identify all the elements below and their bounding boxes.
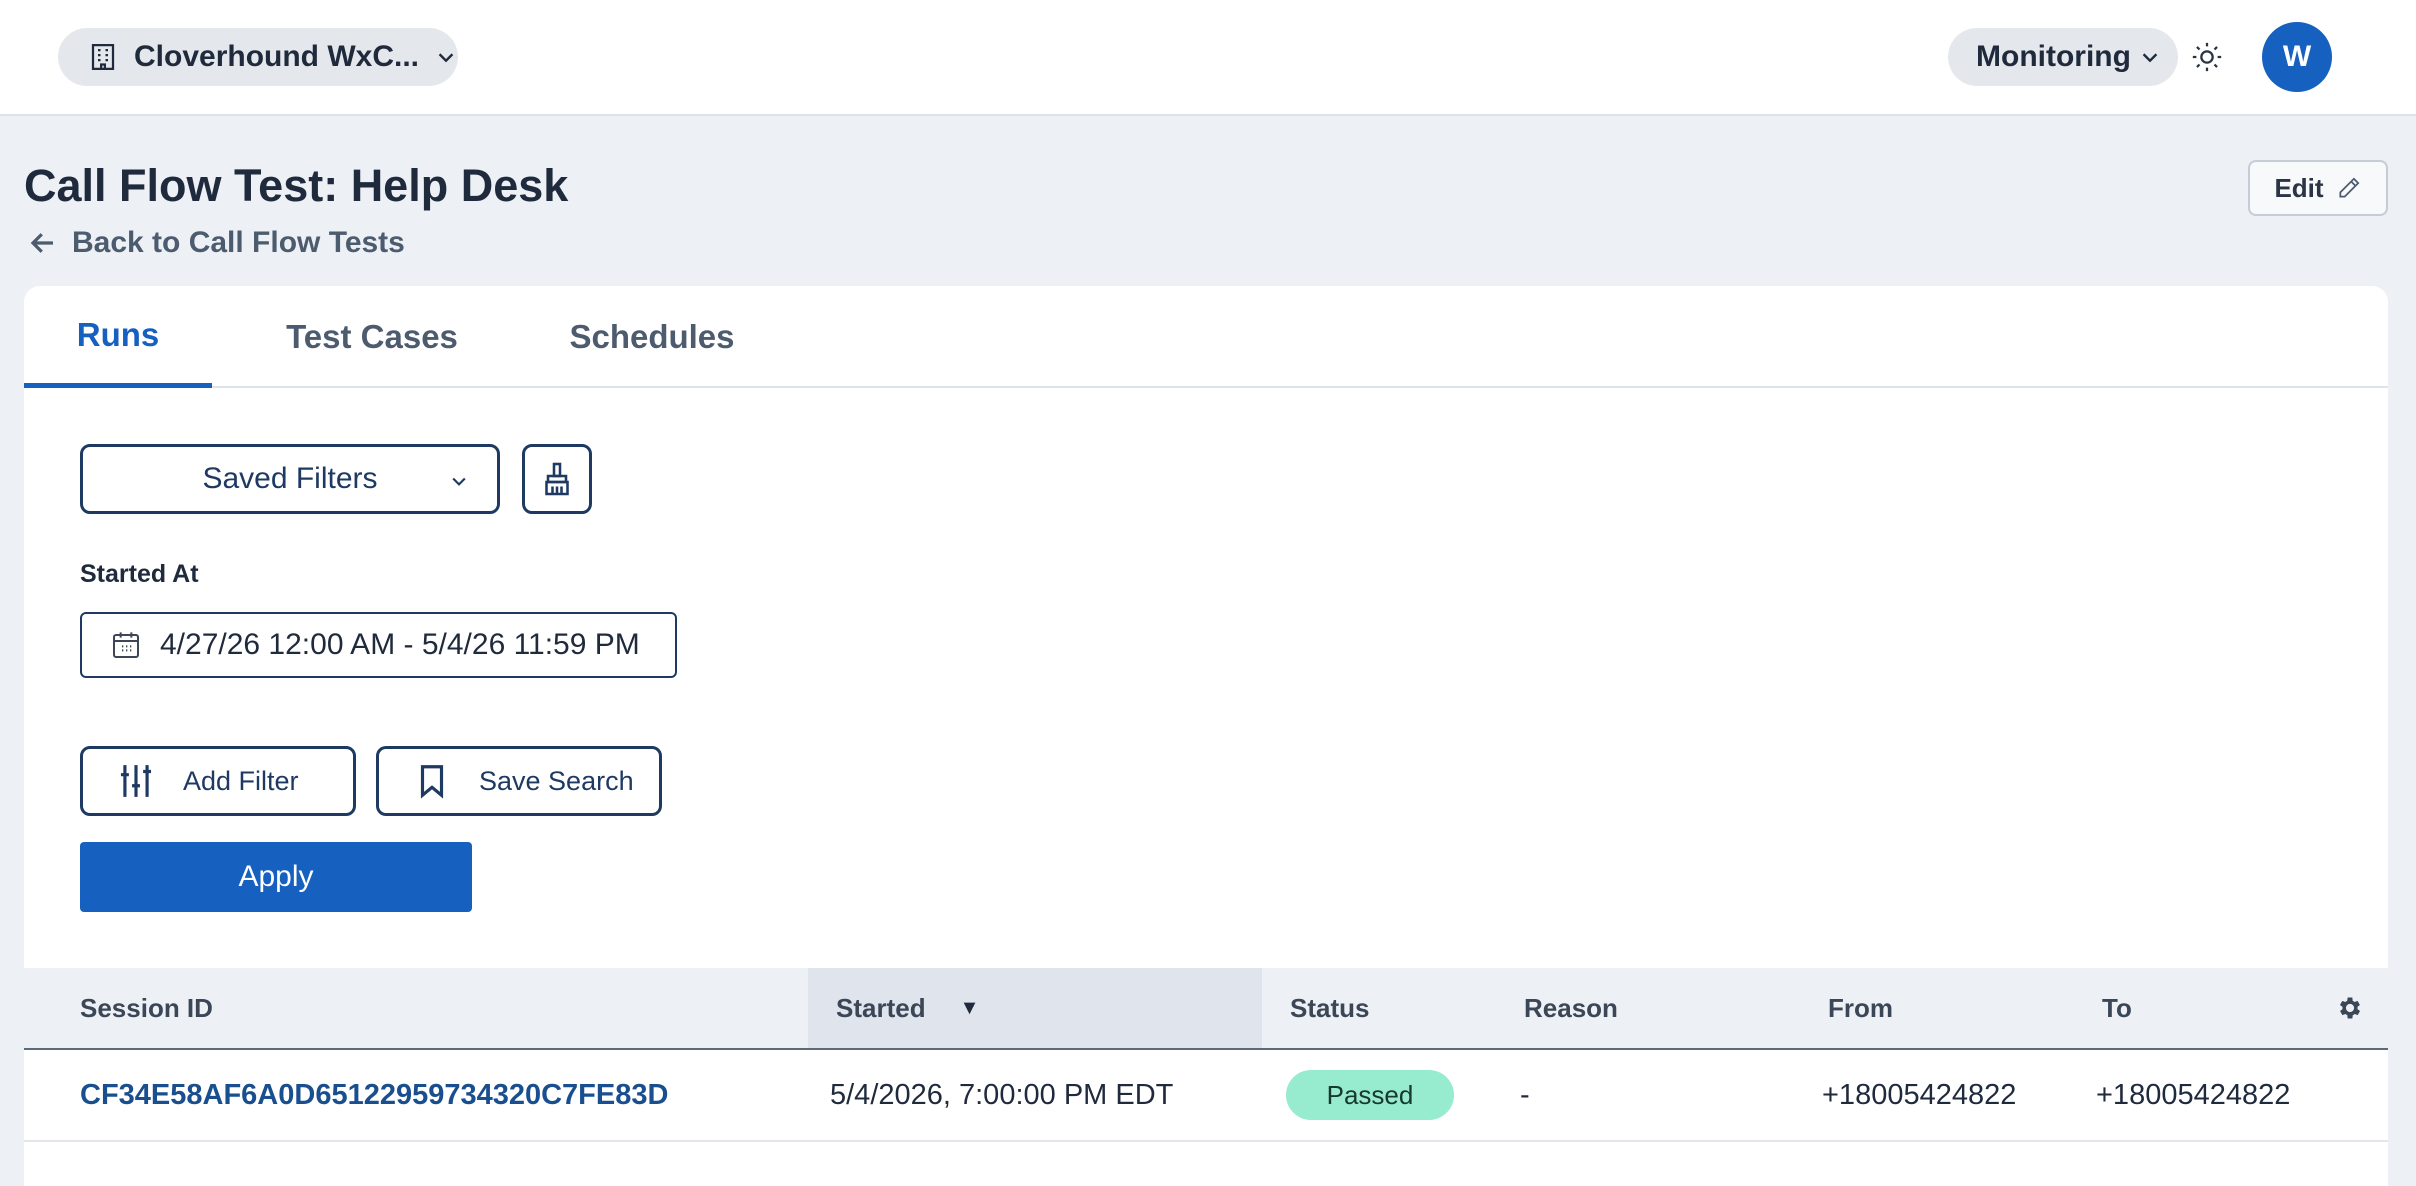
add-filter-label: Add Filter bbox=[183, 765, 299, 796]
org-name: Cloverhound WxC... bbox=[134, 40, 419, 73]
avatar[interactable]: W bbox=[2262, 22, 2332, 92]
tab-bar: Runs Test Cases Schedules bbox=[24, 286, 2388, 388]
column-started[interactable]: Started ▼ bbox=[808, 968, 1262, 1048]
broom-icon bbox=[545, 462, 569, 496]
session-id-link[interactable]: CF34E58AF6A0D65122959734320C7FE83D bbox=[80, 1050, 668, 1140]
arrow-left-icon bbox=[30, 233, 53, 253]
section-menu[interactable]: Monitoring bbox=[1948, 28, 2178, 86]
apply-button[interactable]: Apply bbox=[80, 842, 472, 912]
chevron-down-icon bbox=[2142, 53, 2158, 63]
sun-icon[interactable] bbox=[2190, 40, 2224, 74]
runs-card: Runs Test Cases Schedules Saved Filters … bbox=[24, 286, 2388, 1186]
sort-desc-icon: ▼ bbox=[959, 996, 980, 1019]
edit-button[interactable]: Edit bbox=[2248, 160, 2388, 216]
column-reason[interactable]: Reason bbox=[1524, 968, 1618, 1048]
clear-filters-button[interactable] bbox=[522, 444, 592, 514]
back-link-label: Back to Call Flow Tests bbox=[72, 226, 405, 259]
sliders-icon bbox=[120, 765, 152, 797]
column-session-id[interactable]: Session ID bbox=[80, 968, 213, 1048]
chevron-down-icon bbox=[452, 477, 466, 486]
calendar-icon bbox=[113, 632, 139, 658]
from-cell: +18005424822 bbox=[1822, 1078, 2017, 1111]
to-cell: +18005424822 bbox=[2096, 1078, 2291, 1111]
table-header: Session ID Started ▼ Status Reason From … bbox=[24, 968, 2388, 1050]
date-range-picker[interactable]: 4/27/26 12:00 AM - 5/4/26 11:59 PM bbox=[80, 612, 677, 678]
save-search-button[interactable]: Save Search bbox=[376, 746, 662, 816]
started-at-label: Started At bbox=[80, 560, 199, 588]
column-status[interactable]: Status bbox=[1290, 968, 1369, 1048]
tab-runs[interactable]: Runs bbox=[24, 286, 212, 388]
top-bar: Cloverhound WxC... Monitoring W bbox=[0, 0, 2416, 116]
add-filter-button[interactable]: Add Filter bbox=[80, 746, 356, 816]
page-title: Call Flow Test: Help Desk bbox=[24, 160, 569, 211]
date-range-value: 4/27/26 12:00 AM - 5/4/26 11:59 PM bbox=[160, 628, 640, 661]
bookmark-icon bbox=[420, 765, 444, 799]
tab-schedules[interactable]: Schedules bbox=[532, 286, 772, 388]
section-menu-label: Monitoring bbox=[1976, 40, 2131, 73]
column-from[interactable]: From bbox=[1828, 968, 1893, 1048]
status-cell: Passed bbox=[1286, 1050, 1454, 1140]
building-icon bbox=[91, 44, 115, 70]
column-to[interactable]: To bbox=[2102, 968, 2132, 1048]
save-search-label: Save Search bbox=[479, 765, 634, 796]
pencil-icon bbox=[2339, 177, 2359, 198]
tab-test-cases[interactable]: Test Cases bbox=[256, 286, 488, 388]
saved-filters-select[interactable]: Saved Filters bbox=[80, 444, 500, 514]
saved-filters-label: Saved Filters bbox=[202, 462, 378, 495]
org-switcher[interactable]: Cloverhound WxC... bbox=[58, 28, 458, 86]
column-started-label: Started bbox=[836, 992, 926, 1023]
reason-cell: - bbox=[1520, 1078, 1530, 1111]
started-cell: 5/4/2026, 7:00:00 PM EDT bbox=[830, 1078, 1174, 1111]
table-row[interactable]: CF34E58AF6A0D65122959734320C7FE83D 5/4/2… bbox=[24, 1050, 2388, 1142]
status-badge: Passed bbox=[1286, 1070, 1454, 1120]
gear-icon[interactable] bbox=[2336, 994, 2364, 1022]
edit-button-label: Edit bbox=[2274, 172, 2324, 203]
back-link[interactable]: Back to Call Flow Tests bbox=[28, 226, 405, 260]
chevron-down-icon bbox=[438, 53, 454, 63]
